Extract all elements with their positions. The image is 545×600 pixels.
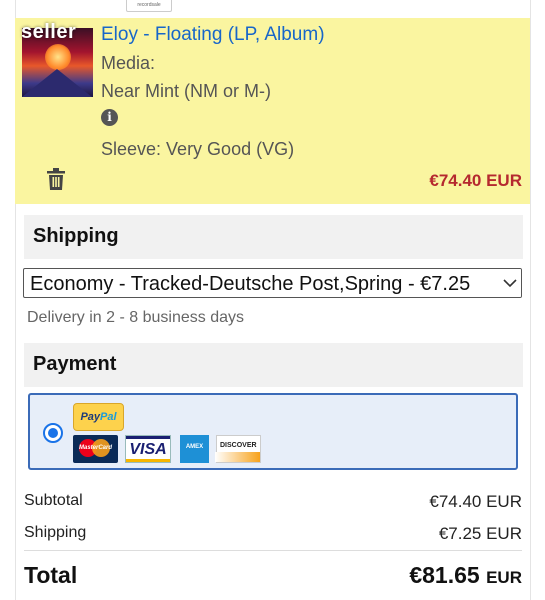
trash-icon[interactable] [47,168,65,190]
cover-watermark: seller [21,21,77,43]
payment-heading: Payment [33,353,117,375]
sleeve-condition: Sleeve: Very Good (VG) [101,139,295,159]
shipping-section-header: Shipping [24,215,523,259]
shipping-heading: Shipping [33,225,119,247]
shipping-method-value: Economy - Tracked-Deutsche Post,Spring -… [30,273,471,295]
payment-method-option[interactable]: PayPal MasterCard VISA AMEX DISCOVER [28,393,518,470]
summary-divider [24,550,522,551]
paypal-logo: PayPal [73,403,124,431]
visa-logo: VISA [125,435,171,463]
shipping-cost-row: Shipping €7.25 EUR [24,524,522,543]
subtotal-label: Subtotal [24,492,83,509]
cover-art-sun [45,44,71,70]
info-icon[interactable]: i [101,109,118,126]
cart-item: seller Eloy - Floating (LP, Album) Media… [15,18,530,204]
shipping-cost-label: Shipping [24,524,87,541]
total-value: €81.65 EUR [409,562,522,589]
radio-selected-dot [48,428,58,438]
item-title-link[interactable]: Eloy - Floating (LP, Album) [101,24,325,46]
subtotal-row: Subtotal €74.40 EUR [24,492,522,511]
total-amount: €81.65 [409,562,480,588]
chevron-down-icon [499,269,521,297]
total-row: Total €81.65 EUR [24,562,522,589]
media-condition: Near Mint (NM or M-) [101,81,271,101]
seller-logo: recordsale [126,0,172,12]
payment-section-header: Payment [24,343,523,387]
shipping-cost-value: €7.25 EUR [438,524,522,543]
mastercard-logo: MasterCard [73,435,118,463]
amex-logo: AMEX [180,435,209,463]
subtotal-value: €74.40 EUR [429,492,522,511]
top-strip: recordsale [0,0,545,18]
item-price: €74.40 EUR [429,171,522,190]
cover-art-mountain [22,69,92,97]
page-border-right [530,0,531,600]
discover-logo: DISCOVER [215,435,261,463]
media-label: Media: [101,53,156,73]
total-label: Total [24,562,78,588]
total-currency: EUR [486,568,522,587]
payment-radio[interactable] [43,423,63,443]
delivery-estimate: Delivery in 2 - 8 business days [27,309,244,326]
shipping-method-select[interactable]: Economy - Tracked-Deutsche Post,Spring -… [23,268,522,298]
